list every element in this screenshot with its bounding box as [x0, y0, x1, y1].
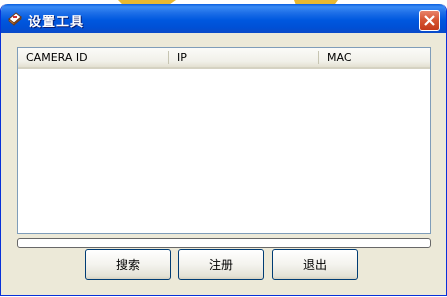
title-bar[interactable]: 设置工具 [1, 4, 446, 33]
window-title: 设置工具 [28, 15, 85, 30]
close-button[interactable] [419, 10, 440, 31]
progress-bar [17, 238, 431, 248]
exit-button[interactable]: 退出 [272, 249, 358, 280]
list-header: CAMERA ID IP MAC [18, 48, 430, 69]
list-body[interactable] [18, 69, 430, 233]
column-header-mac[interactable]: MAC [319, 48, 430, 67]
search-button[interactable]: 搜索 [85, 249, 171, 280]
column-header-ip[interactable]: IP [169, 48, 318, 67]
column-header-camera-id[interactable]: CAMERA ID [18, 48, 168, 67]
register-button[interactable]: 注册 [178, 249, 264, 280]
settings-tool-icon[interactable] [7, 10, 23, 26]
close-icon [424, 15, 435, 26]
window-client-area: CAMERA ID IP MAC 搜索 注册 退出 [4, 33, 443, 292]
camera-list[interactable]: CAMERA ID IP MAC [17, 47, 431, 234]
settings-tool-window: 设置工具 CAMERA ID IP MAC 搜索 注册 退出 [0, 4, 447, 296]
